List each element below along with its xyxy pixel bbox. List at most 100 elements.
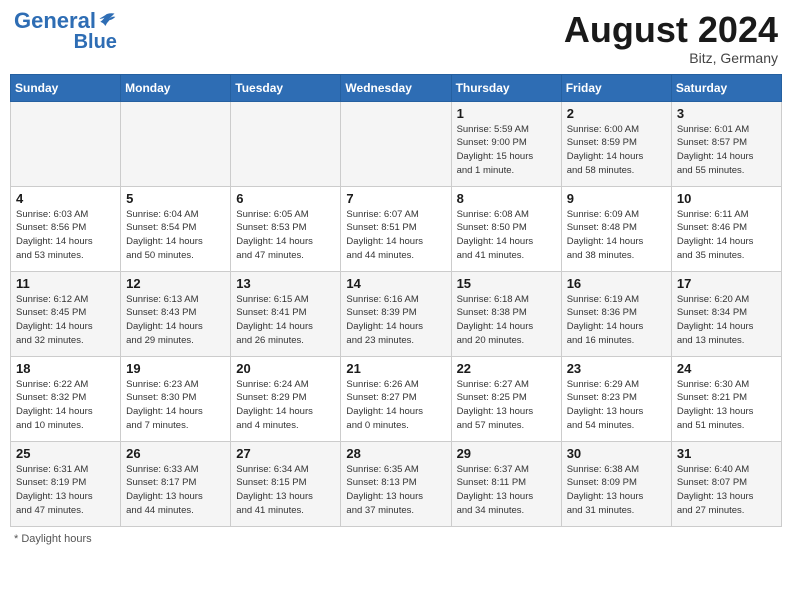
day-number: 4 — [16, 191, 115, 206]
calendar-cell: 13 Sunrise: 6:15 AM Sunset: 8:41 PM Dayli… — [231, 271, 341, 356]
day-number: 9 — [567, 191, 666, 206]
day-info: Sunrise: 6:26 AM Sunset: 8:27 PM Dayligh… — [346, 378, 445, 433]
calendar-cell — [341, 101, 451, 186]
day-number: 6 — [236, 191, 335, 206]
day-number: 27 — [236, 446, 335, 461]
calendar-cell: 31 Sunrise: 6:40 AM Sunset: 8:07 PM Dayli… — [671, 441, 781, 526]
logo-blue: Blue — [74, 32, 117, 52]
calendar-week-3: 18 Sunrise: 6:22 AM Sunset: 8:32 PM Dayli… — [11, 356, 782, 441]
day-number: 31 — [677, 446, 776, 461]
day-number: 28 — [346, 446, 445, 461]
day-info: Sunrise: 6:22 AM Sunset: 8:32 PM Dayligh… — [16, 378, 115, 433]
calendar-cell: 23 Sunrise: 6:29 AM Sunset: 8:23 PM Dayli… — [561, 356, 671, 441]
col-header-wednesday: Wednesday — [341, 74, 451, 101]
calendar-cell: 1Sunrise: 5:59 AM Sunset: 9:00 PM Daylig… — [451, 101, 561, 186]
day-info: Sunrise: 6:19 AM Sunset: 8:36 PM Dayligh… — [567, 293, 666, 348]
day-info: Sunrise: 6:35 AM Sunset: 8:13 PM Dayligh… — [346, 463, 445, 518]
calendar-table: SundayMondayTuesdayWednesdayThursdayFrid… — [10, 74, 782, 527]
calendar-cell: 10 Sunrise: 6:11 AM Sunset: 8:46 PM Dayli… — [671, 186, 781, 271]
day-info: Sunrise: 6:11 AM Sunset: 8:46 PM Dayligh… — [677, 208, 776, 263]
day-number: 17 — [677, 276, 776, 291]
day-number: 22 — [457, 361, 556, 376]
calendar-cell: 22Sunrise: 6:27 AM Sunset: 8:25 PM Dayli… — [451, 356, 561, 441]
day-number: 16 — [567, 276, 666, 291]
day-number: 23 — [567, 361, 666, 376]
day-info: Sunrise: 6:34 AM Sunset: 8:15 PM Dayligh… — [236, 463, 335, 518]
day-info: Sunrise: 6:38 AM Sunset: 8:09 PM Dayligh… — [567, 463, 666, 518]
day-info: Sunrise: 6:01 AM Sunset: 8:57 PM Dayligh… — [677, 123, 776, 178]
calendar-cell: 9 Sunrise: 6:09 AM Sunset: 8:48 PM Daylig… — [561, 186, 671, 271]
day-number: 3 — [677, 106, 776, 121]
day-info: Sunrise: 5:59 AM Sunset: 9:00 PM Dayligh… — [457, 123, 556, 178]
calendar-cell: 30Sunrise: 6:38 AM Sunset: 8:09 PM Dayli… — [561, 441, 671, 526]
logo-bird-icon — [97, 11, 117, 31]
day-info: Sunrise: 6:33 AM Sunset: 8:17 PM Dayligh… — [126, 463, 225, 518]
day-number: 20 — [236, 361, 335, 376]
day-number: 25 — [16, 446, 115, 461]
day-info: Sunrise: 6:00 AM Sunset: 8:59 PM Dayligh… — [567, 123, 666, 178]
calendar-cell: 25 Sunrise: 6:31 AM Sunset: 8:19 PM Dayli… — [11, 441, 121, 526]
day-info: Sunrise: 6:24 AM Sunset: 8:29 PM Dayligh… — [236, 378, 335, 433]
calendar-header-row: SundayMondayTuesdayWednesdayThursdayFrid… — [11, 74, 782, 101]
day-number: 26 — [126, 446, 225, 461]
day-info: Sunrise: 6:31 AM Sunset: 8:19 PM Dayligh… — [16, 463, 115, 518]
calendar-cell: 11Sunrise: 6:12 AM Sunset: 8:45 PM Dayli… — [11, 271, 121, 356]
calendar-cell: 5Sunrise: 6:04 AM Sunset: 8:54 PM Daylig… — [121, 186, 231, 271]
day-info: Sunrise: 6:40 AM Sunset: 8:07 PM Dayligh… — [677, 463, 776, 518]
calendar-cell: 26 Sunrise: 6:33 AM Sunset: 8:17 PM Dayli… — [121, 441, 231, 526]
calendar-cell: 8 Sunrise: 6:08 AM Sunset: 8:50 PM Daylig… — [451, 186, 561, 271]
day-info: Sunrise: 6:30 AM Sunset: 8:21 PM Dayligh… — [677, 378, 776, 433]
day-info: Sunrise: 6:12 AM Sunset: 8:45 PM Dayligh… — [16, 293, 115, 348]
calendar-week-1: 4 Sunrise: 6:03 AM Sunset: 8:56 PM Daylig… — [11, 186, 782, 271]
day-info: Sunrise: 6:20 AM Sunset: 8:34 PM Dayligh… — [677, 293, 776, 348]
calendar-cell — [121, 101, 231, 186]
calendar-cell: 2Sunrise: 6:00 AM Sunset: 8:59 PM Daylig… — [561, 101, 671, 186]
calendar-cell: 27 Sunrise: 6:34 AM Sunset: 8:15 PM Dayli… — [231, 441, 341, 526]
page-header: General Blue August 2024 Bitz, Germany — [10, 10, 782, 66]
day-number: 12 — [126, 276, 225, 291]
calendar-cell: 7Sunrise: 6:07 AM Sunset: 8:51 PM Daylig… — [341, 186, 451, 271]
day-number: 19 — [126, 361, 225, 376]
day-info: Sunrise: 6:08 AM Sunset: 8:50 PM Dayligh… — [457, 208, 556, 263]
day-number: 10 — [677, 191, 776, 206]
day-info: Sunrise: 6:29 AM Sunset: 8:23 PM Dayligh… — [567, 378, 666, 433]
calendar-cell: 24 Sunrise: 6:30 AM Sunset: 8:21 PM Dayli… — [671, 356, 781, 441]
calendar-cell: 18 Sunrise: 6:22 AM Sunset: 8:32 PM Dayli… — [11, 356, 121, 441]
calendar-cell: 4 Sunrise: 6:03 AM Sunset: 8:56 PM Daylig… — [11, 186, 121, 271]
day-number: 8 — [457, 191, 556, 206]
day-info: Sunrise: 6:05 AM Sunset: 8:53 PM Dayligh… — [236, 208, 335, 263]
calendar-cell — [231, 101, 341, 186]
col-header-tuesday: Tuesday — [231, 74, 341, 101]
calendar-cell: 14 Sunrise: 6:16 AM Sunset: 8:39 PM Dayli… — [341, 271, 451, 356]
calendar-cell: 16 Sunrise: 6:19 AM Sunset: 8:36 PM Dayli… — [561, 271, 671, 356]
col-header-sunday: Sunday — [11, 74, 121, 101]
footer-text: Daylight hours — [21, 533, 91, 545]
day-info: Sunrise: 6:18 AM Sunset: 8:38 PM Dayligh… — [457, 293, 556, 348]
day-info: Sunrise: 6:16 AM Sunset: 8:39 PM Dayligh… — [346, 293, 445, 348]
day-info: Sunrise: 6:15 AM Sunset: 8:41 PM Dayligh… — [236, 293, 335, 348]
footer-note: * Daylight hours — [10, 533, 782, 545]
calendar-week-2: 11Sunrise: 6:12 AM Sunset: 8:45 PM Dayli… — [11, 271, 782, 356]
calendar-cell: 15 Sunrise: 6:18 AM Sunset: 8:38 PM Dayli… — [451, 271, 561, 356]
col-header-saturday: Saturday — [671, 74, 781, 101]
calendar-cell: 28 Sunrise: 6:35 AM Sunset: 8:13 PM Dayli… — [341, 441, 451, 526]
day-number: 14 — [346, 276, 445, 291]
col-header-friday: Friday — [561, 74, 671, 101]
calendar-cell: 17 Sunrise: 6:20 AM Sunset: 8:34 PM Dayli… — [671, 271, 781, 356]
day-number: 24 — [677, 361, 776, 376]
calendar-cell: 20 Sunrise: 6:24 AM Sunset: 8:29 PM Dayli… — [231, 356, 341, 441]
calendar-cell: 19Sunrise: 6:23 AM Sunset: 8:30 PM Dayli… — [121, 356, 231, 441]
calendar-cell: 6 Sunrise: 6:05 AM Sunset: 8:53 PM Daylig… — [231, 186, 341, 271]
day-number: 7 — [346, 191, 445, 206]
calendar-cell — [11, 101, 121, 186]
day-info: Sunrise: 6:09 AM Sunset: 8:48 PM Dayligh… — [567, 208, 666, 263]
day-number: 13 — [236, 276, 335, 291]
calendar-week-4: 25 Sunrise: 6:31 AM Sunset: 8:19 PM Dayli… — [11, 441, 782, 526]
day-number: 18 — [16, 361, 115, 376]
day-number: 29 — [457, 446, 556, 461]
month-year: August 2024 — [564, 10, 778, 50]
logo-text: General — [14, 10, 96, 32]
day-number: 15 — [457, 276, 556, 291]
day-info: Sunrise: 6:13 AM Sunset: 8:43 PM Dayligh… — [126, 293, 225, 348]
day-info: Sunrise: 6:03 AM Sunset: 8:56 PM Dayligh… — [16, 208, 115, 263]
